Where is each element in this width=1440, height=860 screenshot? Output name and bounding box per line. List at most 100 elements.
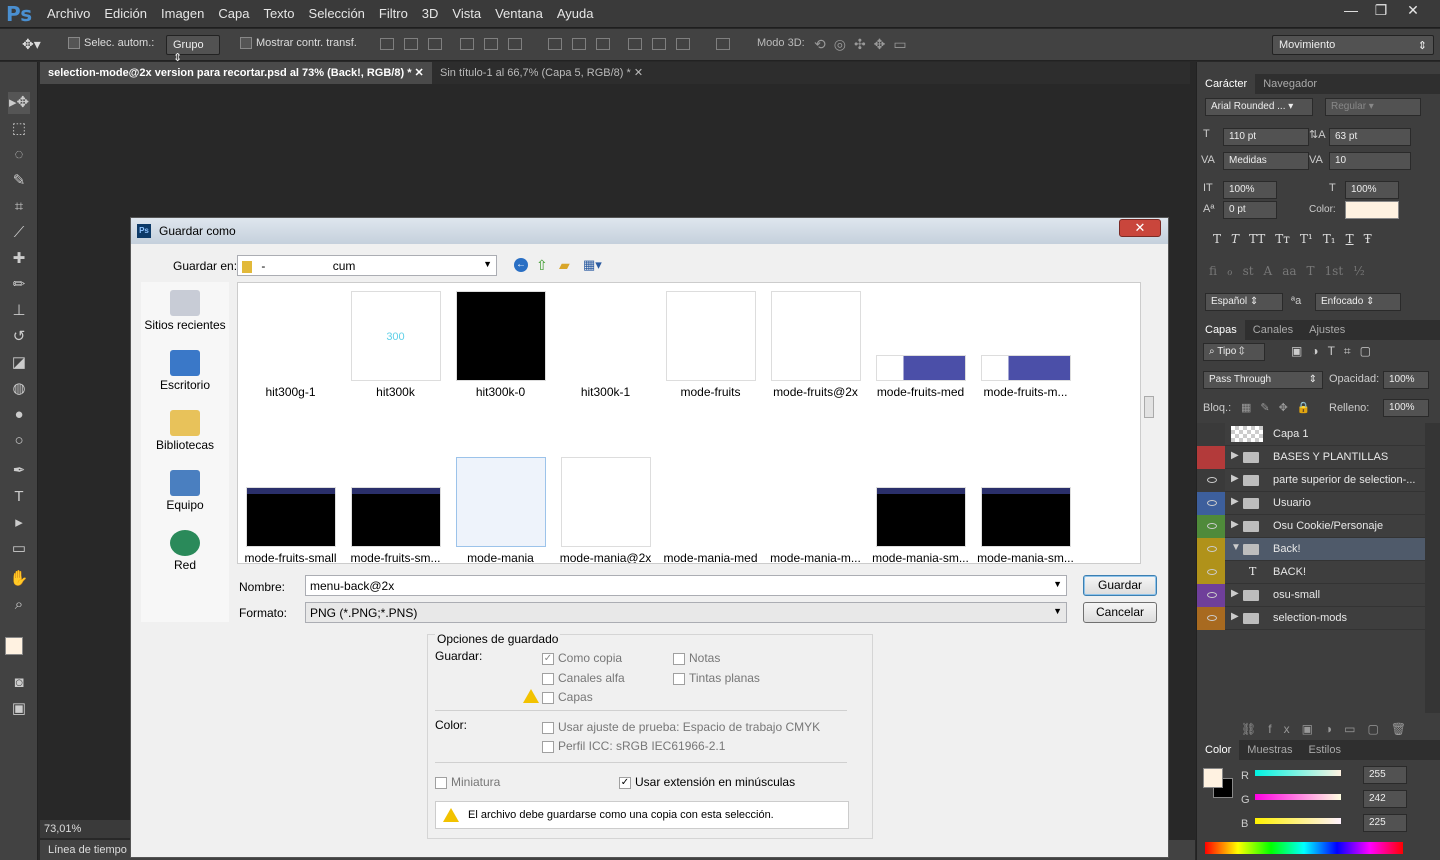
superscript-button[interactable]: T¹ bbox=[1300, 232, 1313, 246]
underline-button[interactable]: T bbox=[1346, 232, 1354, 246]
text-color-swatch[interactable] bbox=[1345, 201, 1399, 219]
opacity-field[interactable]: 100% bbox=[1383, 371, 1429, 389]
place-computer[interactable]: Equipo bbox=[141, 466, 229, 526]
fill-field[interactable]: 100% bbox=[1383, 399, 1429, 417]
layer-row[interactable]: ▶ BASES Y PLANTILLAS bbox=[1197, 446, 1425, 469]
shape-tool-icon[interactable]: ▭ bbox=[8, 538, 30, 560]
file-list-scrollbar[interactable] bbox=[1141, 282, 1157, 564]
file-item[interactable]: 300 hit300k bbox=[343, 283, 448, 443]
expand-arrow-icon[interactable]: ▶ bbox=[1231, 496, 1239, 507]
antialias-dropdown[interactable]: Enfocado ⇕ bbox=[1315, 293, 1401, 311]
red-slider[interactable] bbox=[1255, 770, 1341, 776]
stylistic-alternates-button[interactable]: aa bbox=[1282, 264, 1296, 278]
path-select-tool-icon[interactable]: ▸ bbox=[8, 512, 30, 534]
stamp-tool-icon[interactable]: ⊥ bbox=[8, 300, 30, 322]
history-brush-icon[interactable]: ↺ bbox=[8, 326, 30, 348]
contextual-alternates-button[interactable]: st bbox=[1243, 264, 1254, 278]
layer-visibility-toggle[interactable] bbox=[1197, 607, 1225, 630]
distribute-vcenter-icon[interactable] bbox=[572, 38, 586, 50]
place-desktop[interactable]: Escritorio bbox=[141, 346, 229, 406]
layer-row[interactable]: ▶ selection-mods bbox=[1197, 607, 1425, 630]
hand-tool-icon[interactable]: ✋ bbox=[8, 568, 30, 590]
file-name-input[interactable]: menu-back@2x ▼ bbox=[305, 575, 1067, 596]
brush-tool-icon[interactable]: ✏ bbox=[8, 274, 30, 296]
color-fg-swatch[interactable] bbox=[1203, 768, 1223, 788]
file-item[interactable]: mode-fruits-small bbox=[238, 449, 343, 563]
tab-document-1[interactable]: selection-mode@2x version para recortar.… bbox=[40, 62, 432, 84]
menu-filtro[interactable]: Filtro bbox=[372, 6, 415, 21]
blur-tool-icon[interactable]: ● bbox=[8, 404, 30, 426]
crop-tool-icon[interactable]: ⌗ bbox=[8, 196, 30, 218]
new-folder-icon[interactable]: ▰ bbox=[559, 257, 570, 274]
menu-capa[interactable]: Capa bbox=[211, 6, 256, 21]
tab-caracter[interactable]: Carácter bbox=[1197, 74, 1256, 94]
zoom-tool-icon[interactable]: ⌕ bbox=[8, 594, 30, 616]
green-slider[interactable] bbox=[1255, 794, 1341, 800]
place-recent[interactable]: Sitios recientes bbox=[141, 286, 229, 346]
tab-navegador[interactable]: Navegador bbox=[1255, 74, 1325, 94]
horizontal-scale-field[interactable]: 100% bbox=[1345, 181, 1399, 199]
spot-colors-checkbox[interactable]: Tintas planas bbox=[673, 671, 760, 685]
layer-row[interactable]: ▶ osu-small bbox=[1197, 584, 1425, 607]
font-size-field[interactable]: 110 pt bbox=[1223, 128, 1309, 146]
view-menu-icon[interactable]: ▦▾ bbox=[583, 257, 602, 273]
subscript-button[interactable]: T₁ bbox=[1323, 232, 1336, 246]
eraser-tool-icon[interactable]: ◪ bbox=[8, 352, 30, 374]
save-in-dropdown[interactable]: - cum ▼ bbox=[237, 255, 497, 276]
type-tool-icon[interactable]: T bbox=[8, 486, 30, 508]
layer-visibility-toggle[interactable] bbox=[1197, 515, 1225, 538]
auto-select-checkbox[interactable]: Selec. autom.: bbox=[68, 37, 154, 50]
menu-ventana[interactable]: Ventana bbox=[488, 6, 550, 21]
kerning-dropdown[interactable]: Medidas bbox=[1223, 152, 1309, 170]
layer-row[interactable]: Capa 1 bbox=[1197, 423, 1425, 446]
3d-tools-icons[interactable]: ⟲◎✣✥▭ bbox=[814, 36, 915, 53]
blue-slider[interactable] bbox=[1255, 818, 1341, 824]
menu-ayuda[interactable]: Ayuda bbox=[550, 6, 601, 21]
pen-tool-icon[interactable]: ✒ bbox=[8, 460, 30, 482]
file-item[interactable]: hit300g-1 bbox=[238, 283, 343, 443]
layer-visibility-toggle[interactable] bbox=[1197, 492, 1225, 515]
menu-vista[interactable]: Vista bbox=[445, 6, 488, 21]
layer-visibility-toggle[interactable] bbox=[1197, 561, 1225, 584]
tab-canales[interactable]: Canales bbox=[1245, 320, 1301, 340]
dialog-close-button[interactable]: ✕ bbox=[1119, 219, 1161, 237]
menu-texto[interactable]: Texto bbox=[256, 6, 301, 21]
up-folder-icon[interactable]: ⇧ bbox=[536, 257, 548, 274]
expand-arrow-icon[interactable]: ▼ bbox=[1231, 542, 1241, 553]
expand-arrow-icon[interactable]: ▶ bbox=[1231, 473, 1239, 484]
distribute-hcenter-icon[interactable] bbox=[652, 38, 666, 50]
layer-visibility-toggle[interactable] bbox=[1197, 446, 1225, 469]
screen-mode-icon[interactable]: ▣ bbox=[8, 698, 30, 720]
distribute-bottom-icon[interactable] bbox=[596, 38, 610, 50]
notes-checkbox[interactable]: Notas bbox=[673, 651, 720, 665]
move-tool-icon[interactable]: ✥▾ bbox=[22, 36, 41, 53]
layer-row[interactable]: ▶ Osu Cookie/Personaje bbox=[1197, 515, 1425, 538]
zoom-level[interactable]: 73,01% bbox=[44, 823, 81, 835]
menu-imagen[interactable]: Imagen bbox=[154, 6, 211, 21]
layer-visibility-toggle[interactable] bbox=[1197, 538, 1225, 561]
language-dropdown[interactable]: Español ⇕ bbox=[1205, 293, 1283, 311]
distribute-top-icon[interactable] bbox=[548, 38, 562, 50]
place-network[interactable]: Red bbox=[141, 526, 229, 586]
healing-tool-icon[interactable]: ✚ bbox=[8, 248, 30, 270]
layers-checkbox[interactable]: Capas bbox=[542, 690, 593, 704]
tab-close-icon[interactable]: ✕ bbox=[634, 67, 643, 79]
menu-3d[interactable]: 3D bbox=[415, 6, 446, 21]
dodge-tool-icon[interactable]: ○ bbox=[8, 430, 30, 452]
swash-button[interactable]: A bbox=[1264, 264, 1273, 278]
lowercase-extension-checkbox[interactable]: ✓ Usar extensión en minúsculas bbox=[619, 775, 795, 789]
as-copy-checkbox[interactable]: ✓ Como copia bbox=[542, 651, 622, 665]
font-style-dropdown[interactable]: Regular ▾ bbox=[1325, 98, 1421, 116]
minimize-button[interactable]: — bbox=[1336, 0, 1366, 20]
layer-visibility-toggle[interactable] bbox=[1197, 423, 1225, 446]
file-item[interactable]: mode-mania-sm... bbox=[868, 449, 973, 563]
baseline-shift-field[interactable]: 0 pt bbox=[1223, 201, 1277, 219]
workspace-dropdown[interactable]: Movimiento ⇕ bbox=[1272, 35, 1434, 55]
layer-visibility-toggle[interactable] bbox=[1197, 469, 1225, 492]
file-item[interactable]: mode-fruits-m... bbox=[973, 283, 1078, 443]
file-item[interactable]: mode-mania@2x bbox=[553, 449, 658, 563]
eyedropper-tool-icon[interactable]: ⟋ bbox=[8, 222, 30, 244]
layer-row[interactable]: ▶ parte superior de selection-... bbox=[1197, 469, 1425, 492]
blend-mode-dropdown[interactable]: Pass Through ⇕ bbox=[1203, 371, 1323, 389]
file-item[interactable]: mode-mania-sm... bbox=[973, 449, 1078, 563]
